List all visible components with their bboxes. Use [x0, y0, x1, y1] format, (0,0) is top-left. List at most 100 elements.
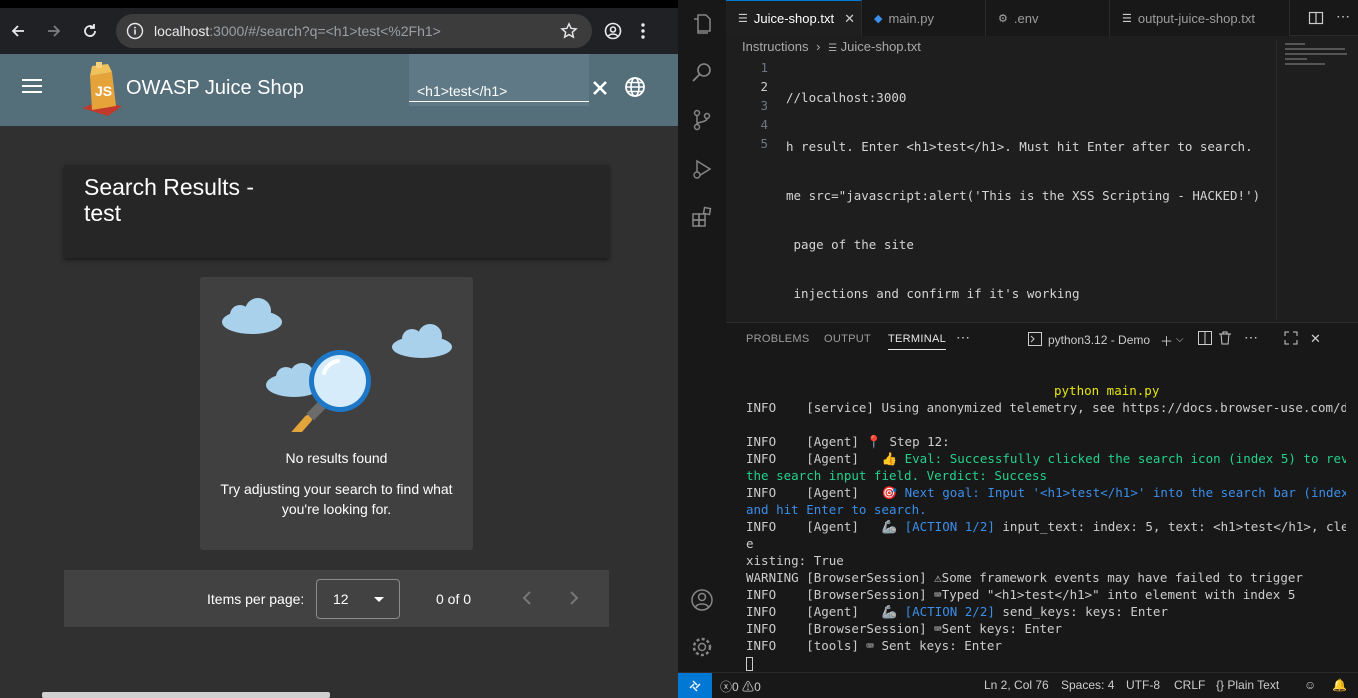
- terminal-line: INFO [Agent] 📍 Step 12:: [746, 433, 1346, 450]
- log-level: INFO: [746, 519, 777, 534]
- minimap[interactable]: [1276, 40, 1358, 320]
- tab-main-py[interactable]: ◆ main.py: [862, 0, 986, 36]
- warning-icon: ⚠: [742, 680, 755, 694]
- no-results-card: No results found Try adjusting your sear…: [200, 277, 473, 550]
- reload-icon[interactable]: [72, 13, 108, 49]
- tab-juice-shop-txt[interactable]: ☰ Juice-shop.txt ✕: [726, 0, 862, 36]
- app-title[interactable]: OWASP Juice Shop: [126, 77, 304, 100]
- log-text: [Agent] 👍: [776, 451, 905, 466]
- eol-status[interactable]: CRLF: [1174, 678, 1205, 692]
- log-text: [BrowserSession] ⚠Some framework events …: [798, 570, 1303, 585]
- new-terminal-icon[interactable]: ＋: [1160, 331, 1173, 350]
- hamburger-menu-icon[interactable]: [22, 78, 42, 99]
- tab-terminal[interactable]: TERMINAL: [888, 333, 947, 350]
- cursor-position[interactable]: Ln 2, Col 76: [984, 678, 1049, 692]
- terminal-icon: [1028, 332, 1042, 349]
- terminal-prompt[interactable]: [746, 654, 1346, 671]
- extensions-icon[interactable]: [690, 205, 714, 234]
- terminal-line: INFO [BrowserSession] ⌨Typed "<h1>test</…: [746, 586, 1346, 603]
- log-text: [Agent] 📍 Step 12:: [776, 434, 950, 449]
- indentation-status[interactable]: Spaces: 4: [1061, 678, 1114, 692]
- code-line: //localhost:3000: [786, 90, 907, 105]
- more-actions-icon[interactable]: ⋯: [1336, 8, 1350, 25]
- log-text: [Agent] 🎯: [776, 485, 905, 500]
- split-editor-icon[interactable]: [1308, 10, 1324, 31]
- problems-status[interactable]: ⓧ0 ⚠0: [720, 678, 761, 695]
- breadcrumb-root[interactable]: Instructions: [742, 39, 808, 54]
- tab-label: main.py: [888, 10, 934, 26]
- app-toolbar: JS OWASP Juice Shop: [0, 54, 678, 126]
- log-text: [tools] ⌨ Sent keys: Enter: [776, 638, 1002, 653]
- language-label: Plain Text: [1227, 678, 1280, 692]
- terminal-line: WARNING [BrowserSession] ⚠Some framework…: [746, 569, 1346, 586]
- trash-icon[interactable]: [1218, 331, 1232, 348]
- tab-output-juice-shop-txt[interactable]: ☰ output-juice-shop.txt: [1110, 0, 1290, 36]
- search-results-title: Search Results - test: [84, 174, 255, 226]
- forward-icon[interactable]: [36, 13, 72, 49]
- terminal-output[interactable]: python main.py INFO [service] Using anon…: [746, 382, 1346, 671]
- tab-problems[interactable]: PROBLEMS: [746, 333, 810, 345]
- encoding-status[interactable]: UTF-8: [1126, 678, 1160, 692]
- search-icon[interactable]: [690, 60, 714, 89]
- language-mode[interactable]: {} Plain Text: [1216, 678, 1279, 692]
- browser-window: localhost:3000/#/search?q=<h1>test<%2Fh1…: [0, 0, 678, 698]
- feedback-icon[interactable]: ☺: [1304, 678, 1316, 692]
- log-level: INFO: [746, 604, 777, 619]
- log-level: INFO: [746, 451, 777, 466]
- lines-icon: ☰: [828, 43, 838, 54]
- log-text: e: [746, 536, 754, 551]
- vscode-window: ☰ Juice-shop.txt ✕ ◆ main.py ⚙ .env ☰ ou…: [678, 0, 1358, 698]
- next-page-icon[interactable]: [567, 588, 581, 613]
- items-per-page-select[interactable]: 12: [316, 579, 400, 619]
- terminal-line: INFO [BrowserSession] ⌨Sent keys: Enter: [746, 620, 1346, 637]
- breadcrumb: Instructions › ☰ Juice-shop.txt: [742, 39, 921, 54]
- terminal-name[interactable]: python3.12 - Demo: [1048, 333, 1150, 347]
- split-terminal-icon[interactable]: [1198, 331, 1212, 348]
- terminal-command-text: python main.py: [1054, 383, 1160, 398]
- horizontal-scrollbar[interactable]: [42, 692, 330, 698]
- bookmark-star-icon[interactable]: [560, 22, 578, 45]
- tab-label: .env: [1013, 10, 1039, 26]
- chevron-down-icon[interactable]: ⌵: [1176, 334, 1184, 345]
- close-search-icon[interactable]: [590, 78, 610, 103]
- terminal-line: the search input field. Verdict: Success: [746, 467, 1346, 484]
- breadcrumb-file[interactable]: Juice-shop.txt: [841, 39, 921, 54]
- code-editor[interactable]: //localhost:3000 h result. Enter <h1>tes…: [786, 58, 1274, 333]
- juice-shop-logo-icon[interactable]: JS: [78, 62, 126, 123]
- search-container: [409, 54, 589, 106]
- tab-output[interactable]: OUTPUT: [824, 333, 871, 345]
- back-icon[interactable]: [0, 13, 36, 49]
- close-tab-icon[interactable]: ✕: [844, 11, 855, 27]
- line-number-gutter: 1 2 3 4 5: [726, 58, 772, 153]
- run-debug-icon[interactable]: [690, 157, 714, 186]
- remote-icon[interactable]: [678, 673, 712, 698]
- source-control-icon[interactable]: [690, 108, 714, 137]
- site-info-icon[interactable]: [126, 22, 144, 45]
- search-input[interactable]: [409, 80, 589, 102]
- no-results-message: Try adjusting your search to find what y…: [220, 481, 453, 517]
- log-highlight: [ACTION 2/2]: [904, 604, 995, 619]
- terminal-command: python main.py: [746, 382, 1346, 399]
- python-icon: ◆: [874, 12, 883, 25]
- previous-page-icon[interactable]: [520, 588, 534, 613]
- account-icon[interactable]: [690, 588, 714, 617]
- bell-icon[interactable]: 🔔: [1332, 678, 1347, 692]
- log-level: INFO: [746, 400, 777, 415]
- explorer-icon[interactable]: [690, 12, 714, 41]
- gear-icon: ⚙: [998, 12, 1008, 25]
- line-number: 1: [760, 60, 768, 75]
- code-line: me src="javascript:alert('This is the XS…: [786, 188, 1261, 203]
- address-bar[interactable]: localhost:3000/#/search?q=<h1>test<%2Fh1…: [116, 14, 592, 48]
- log-text: [Agent] 🦾: [776, 519, 905, 534]
- profile-icon[interactable]: [604, 22, 622, 45]
- terminal-line: INFO [service] Using anonymized telemetr…: [746, 399, 1346, 416]
- tab-env[interactable]: ⚙ .env: [986, 0, 1110, 36]
- more-actions-icon[interactable]: ⋯: [1244, 329, 1258, 346]
- close-panel-icon[interactable]: ✕: [1310, 331, 1321, 347]
- chrome-menu-icon[interactable]: [640, 22, 646, 45]
- log-highlight: and hit Enter to search.: [746, 502, 927, 517]
- settings-gear-icon[interactable]: [690, 635, 714, 664]
- maximize-panel-icon[interactable]: [1284, 331, 1298, 348]
- more-actions-icon[interactable]: ⋯: [956, 329, 970, 346]
- language-globe-icon[interactable]: [624, 76, 646, 103]
